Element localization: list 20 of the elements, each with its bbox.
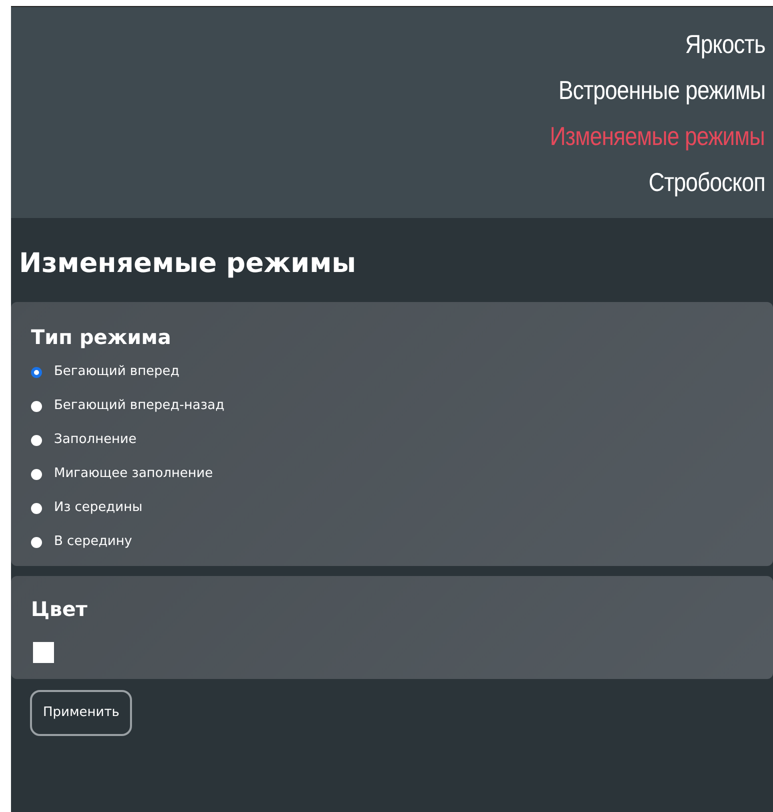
nav-link[interactable]: Встроенные режимы [558,68,765,110]
section-title: Цвет [31,596,88,623]
section-title: Тип режима [31,324,172,351]
radio-button[interactable] [31,468,42,480]
nav-link[interactable]: Яркость [684,22,765,64]
radio-button[interactable] [31,502,42,514]
radio-label: В середину [54,533,132,551]
radio-label: Мигающее заполнение [54,465,213,483]
radio-label: Из середины [54,499,142,517]
color-swatch[interactable] [33,642,54,663]
radio-label: Бегающий вперед-назад [54,397,224,415]
radio-button[interactable] [31,366,42,378]
radio-button[interactable] [31,536,42,548]
radio-button[interactable] [31,434,42,446]
page-title: Изменяемые режимы [18,247,358,281]
radio-button[interactable] [31,400,42,412]
nav-link[interactable]: Стробоскоп [648,160,765,202]
radio-label: Заполнение [54,431,137,449]
apply-button[interactable]: Применить [30,690,132,736]
radio-label: Бегающий вперед [54,363,180,381]
